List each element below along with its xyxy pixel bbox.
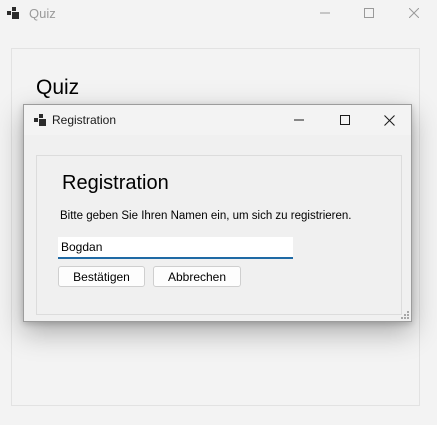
minimize-icon	[320, 12, 330, 14]
dialog-minimize-button[interactable]	[276, 105, 322, 135]
main-minimize-button[interactable]	[302, 0, 348, 26]
maximize-icon	[364, 8, 374, 18]
app-window-icon	[7, 7, 19, 19]
minimize-icon	[294, 119, 304, 121]
dialog-heading: Registration	[62, 172, 169, 194]
resize-grip-icon[interactable]	[401, 311, 409, 319]
cancel-button[interactable]: Abbrechen	[153, 266, 241, 287]
main-heading: Quiz	[36, 76, 80, 99]
confirm-button[interactable]: Bestätigen	[58, 266, 145, 287]
name-input[interactable]	[58, 237, 293, 259]
main-window-title: Quiz	[29, 6, 56, 21]
registration-dialog: Registration Registration Bitte geben Si…	[23, 104, 412, 322]
maximize-icon	[340, 115, 350, 125]
dialog-maximize-button[interactable]	[322, 105, 368, 135]
main-maximize-button[interactable]	[346, 0, 392, 26]
dialog-title: Registration	[52, 113, 117, 127]
close-icon	[409, 8, 419, 18]
main-titlebar[interactable]: Quiz	[0, 0, 437, 26]
instruction-text: Bitte geben Sie Ihren Namen ein, um sich…	[60, 210, 352, 222]
main-close-button[interactable]	[391, 0, 437, 26]
close-icon	[383, 114, 395, 126]
dialog-titlebar[interactable]: Registration	[24, 105, 411, 135]
app-window-icon	[34, 114, 46, 126]
dialog-close-button[interactable]	[366, 105, 412, 135]
